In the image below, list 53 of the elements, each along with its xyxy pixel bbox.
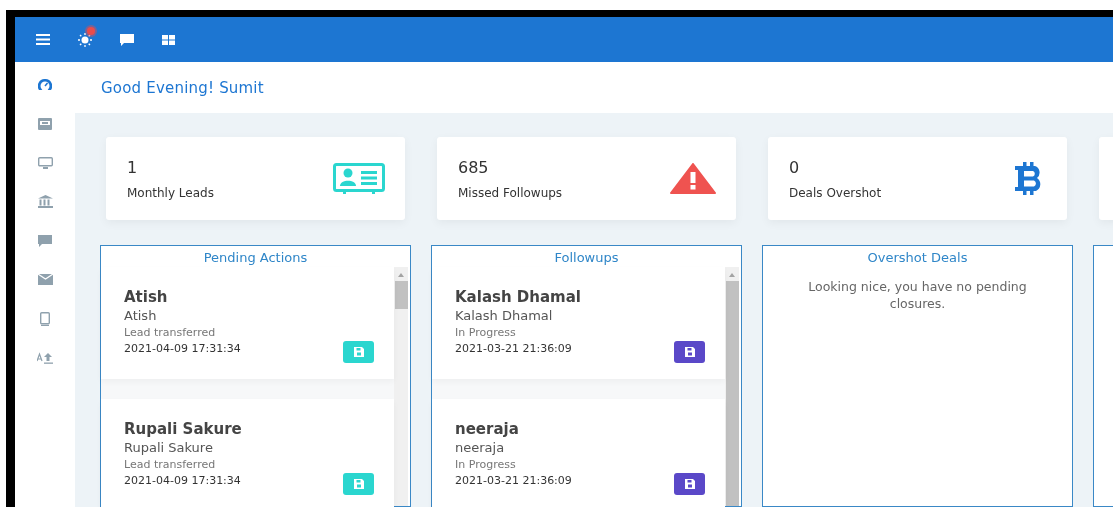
contact-subname: Atish xyxy=(124,308,157,323)
floppy-icon xyxy=(353,479,364,489)
panel-title: Overshot Deals xyxy=(867,250,968,265)
stat-value: 1 xyxy=(127,157,139,177)
floppy-icon xyxy=(684,479,695,489)
floppy-icon xyxy=(353,347,364,357)
contact-subname: neeraja xyxy=(455,440,505,455)
list-item[interactable]: Rupali Sakure Rupali Sakure Lead transferred 2021-04-09 17:31:34 xyxy=(101,399,394,507)
floppy-icon xyxy=(684,347,695,357)
panel-title: Followups xyxy=(554,250,619,265)
contact-name: Kalash Dhamal xyxy=(455,288,581,306)
contact-name: neeraja xyxy=(455,420,519,438)
gauge-icon[interactable] xyxy=(38,78,52,91)
warning-icon xyxy=(670,163,716,194)
contact-name: Atish xyxy=(124,288,168,306)
text-size-icon[interactable] xyxy=(37,351,53,364)
status-text: In Progress xyxy=(455,326,516,339)
panel-title: Pending Actions xyxy=(203,250,308,265)
stat-value: 0 xyxy=(789,157,801,177)
list-item[interactable]: Kalash Dhamal Kalash Dhamal In Progress 2021-03-21 21:36:09 xyxy=(432,267,725,379)
id-card-icon[interactable] xyxy=(38,117,52,130)
mail-icon[interactable] xyxy=(37,274,53,285)
greeting: Good Evening! Sumit xyxy=(101,78,264,97)
empty-message: Looking nice, you have no pending closures. xyxy=(807,278,1028,313)
contact-name: Rupali Sakure xyxy=(124,420,242,438)
stat-label: Missed Followups xyxy=(458,185,563,200)
sun-icon[interactable] xyxy=(78,32,92,47)
save-button[interactable] xyxy=(674,341,705,363)
bank-icon[interactable] xyxy=(37,195,53,208)
timestamp: 2021-04-09 17:31:34 xyxy=(124,342,241,355)
menu-icon[interactable] xyxy=(36,34,50,45)
phone-icon[interactable] xyxy=(40,311,50,326)
chat-icon[interactable] xyxy=(38,234,52,247)
list-item[interactable]: neeraja neeraja In Progress 2021-03-21 21:36:09 xyxy=(432,399,725,507)
contact-subname: Rupali Sakure xyxy=(124,440,213,455)
stat-label: Monthly Leads xyxy=(127,185,214,200)
contact-subname: Kalash Dhamal xyxy=(455,308,553,323)
status-text: Lead transferred xyxy=(124,458,216,471)
stat-label: Deals Overshot xyxy=(789,185,882,200)
status-text: In Progress xyxy=(455,458,516,471)
save-button[interactable] xyxy=(674,473,705,495)
grid-icon[interactable] xyxy=(162,34,175,45)
stat-value: 685 xyxy=(458,157,490,177)
scrollbar[interactable] xyxy=(394,267,408,506)
scrollbar[interactable] xyxy=(725,267,739,506)
status-text: Lead transferred xyxy=(124,326,216,339)
list-item[interactable]: Atish Atish Lead transferred 2021-04-09 17:31:34 xyxy=(101,267,394,379)
chat-icon[interactable] xyxy=(120,33,134,46)
timestamp: 2021-03-21 21:36:09 xyxy=(455,342,572,355)
timestamp: 2021-04-09 17:31:34 xyxy=(124,474,241,487)
id-card-icon xyxy=(333,163,385,194)
monitor-icon[interactable] xyxy=(37,156,53,169)
timestamp: 2021-03-21 21:36:09 xyxy=(455,474,572,487)
